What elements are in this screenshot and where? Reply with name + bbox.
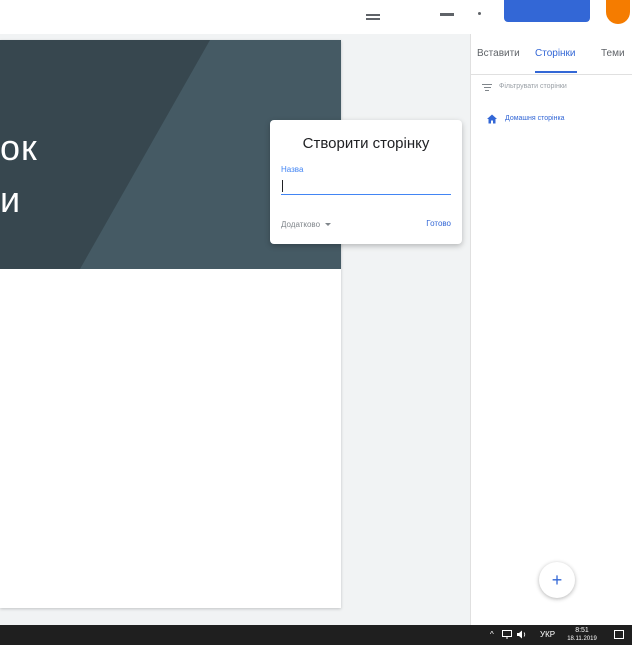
show-hidden-icons-icon[interactable]: ^ (490, 630, 494, 639)
notifications-icon[interactable] (614, 630, 624, 639)
home-icon (487, 114, 497, 124)
plus-icon: + (551, 570, 563, 590)
preview-icon[interactable] (366, 14, 380, 20)
clock[interactable]: 8:51 18.11.2019 (566, 626, 598, 644)
clock-time: 8:51 (575, 627, 589, 634)
volume-icon[interactable] (517, 630, 527, 639)
name-input[interactable] (281, 176, 451, 195)
language-indicator[interactable]: УКР (540, 630, 555, 639)
clock-date: 18.11.2019 (567, 636, 597, 642)
done-button[interactable]: Готово (426, 219, 451, 228)
publish-button[interactable] (504, 0, 590, 22)
page-list-item-label: Домашня сторінка (505, 115, 565, 122)
name-field-label: Назва (281, 165, 304, 174)
page-title-line-1: ок (0, 127, 38, 168)
avatar[interactable] (606, 0, 630, 24)
network-icon[interactable] (502, 630, 512, 639)
chevron-down-icon (325, 223, 332, 227)
tabs-divider (471, 74, 632, 75)
tab-pages[interactable]: Сторінки (535, 48, 576, 59)
page-title-line-2: и (0, 179, 22, 220)
taskbar: ^ УКР 8:51 18.11.2019 (0, 625, 632, 645)
side-panel: Вставити Сторінки Теми Фільтрувати сторі… (470, 34, 632, 625)
minus-icon[interactable] (440, 13, 454, 16)
dialog-title: Створити сторінку (302, 135, 430, 152)
tab-themes[interactable]: Теми (601, 48, 625, 59)
more-options-label: Додатково (281, 220, 321, 229)
active-tab-indicator (535, 71, 577, 73)
more-icon[interactable] (478, 12, 481, 15)
create-page-dialog: Створити сторінку Назва Додатково Готово (270, 120, 462, 244)
filter-icon (482, 84, 492, 92)
add-page-button[interactable]: + (539, 562, 575, 598)
filter-pages-input[interactable]: Фільтрувати сторінки (499, 83, 567, 90)
page-title: ок и (0, 122, 38, 226)
tab-insert[interactable]: Вставити (477, 48, 520, 59)
more-options-button[interactable]: Додатково (281, 220, 332, 229)
top-toolbar (0, 0, 632, 35)
text-caret (282, 180, 283, 192)
